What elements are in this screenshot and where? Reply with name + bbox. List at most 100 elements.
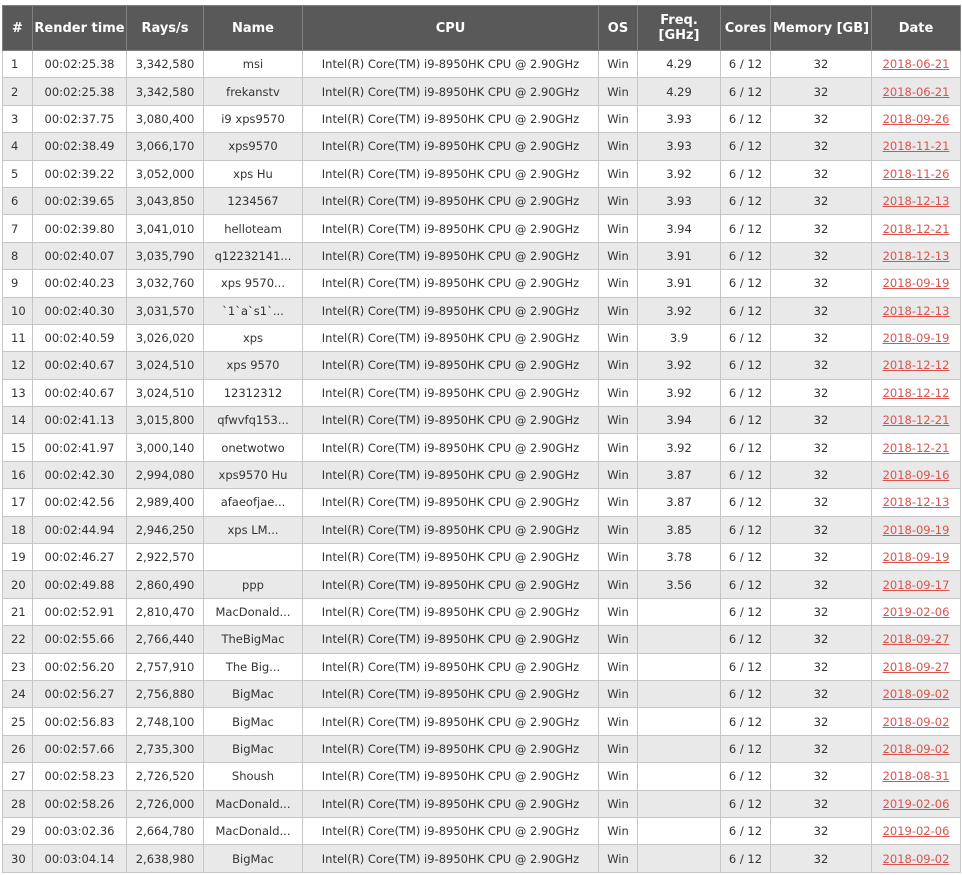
cell-frequency [637, 734, 721, 764]
date-link[interactable]: 2019-02-06 [883, 824, 950, 838]
cell-render-time: 00:03:02.36 [32, 816, 127, 846]
date-link[interactable]: 2018-09-26 [883, 112, 950, 126]
date-link[interactable]: 2018-12-12 [883, 358, 950, 372]
cell-cores: 6 / 12 [720, 433, 771, 462]
header-frequency[interactable]: Freq. [GHz] [637, 5, 721, 51]
header-date[interactable]: Date [871, 5, 961, 51]
cell-cores: 6 / 12 [720, 844, 771, 873]
date-link[interactable]: 2018-09-19 [883, 550, 950, 564]
cell-rays-per-second: 2,810,470 [126, 597, 204, 627]
cell-cpu: Intel(R) Core(TM) i9-8950HK CPU @ 2.90GH… [302, 159, 599, 188]
table-row: 9 00:02:40.23 3,032,760 xps 9570... Intel(R)… [2, 269, 961, 298]
date-link[interactable]: 2018-12-21 [883, 441, 950, 455]
cell-date: 2018-12-13 [871, 296, 961, 325]
cell-date: 2018-11-21 [871, 132, 961, 161]
cell-cpu: Intel(R) Core(TM) i9-8950HK CPU @ 2.90GH… [302, 625, 599, 654]
cell-render-time: 00:02:38.49 [32, 132, 127, 161]
cell-memory: 32 [770, 104, 872, 134]
header-os[interactable]: OS [598, 5, 638, 51]
cell-render-time: 00:02:56.20 [32, 652, 127, 681]
date-link[interactable]: 2018-09-02 [883, 715, 950, 729]
cell-date: 2019-02-06 [871, 789, 961, 818]
cell-rays-per-second: 2,748,100 [126, 707, 204, 736]
date-link[interactable]: 2018-06-21 [883, 57, 950, 71]
table-row: 19 00:02:46.27 2,922,570 Intel(R) Core(TM) … [2, 543, 961, 572]
table-row: 14 00:02:41.13 3,015,800 qfwvfq153... Intel(… [2, 406, 961, 435]
cell-render-time: 00:02:44.94 [32, 515, 127, 545]
header-name[interactable]: Name [203, 5, 303, 51]
cell-date: 2018-12-13 [871, 488, 961, 517]
cell-name: MacDonald... [203, 789, 303, 818]
cell-cores: 6 / 12 [720, 597, 771, 627]
cell-cores: 6 / 12 [720, 625, 771, 654]
header-rank[interactable]: # [2, 5, 33, 51]
cell-rank: 2 [2, 77, 33, 106]
cell-cores: 6 / 12 [720, 762, 771, 791]
cell-name: xps 9570... [203, 269, 303, 298]
cell-render-time: 00:02:40.23 [32, 269, 127, 298]
cell-rank: 1 [2, 49, 33, 79]
cell-os: Win [598, 625, 638, 654]
cell-cpu: Intel(R) Core(TM) i9-8950HK CPU @ 2.90GH… [302, 296, 599, 325]
date-link[interactable]: 2018-12-12 [883, 386, 950, 400]
cell-frequency: 3.93 [637, 104, 721, 134]
cell-name: 1234567 [203, 186, 303, 216]
cell-name: xps 9570 [203, 351, 303, 380]
table-row: 5 00:02:39.22 3,052,000 xps Hu Intel(R) Core… [2, 159, 961, 188]
cell-cores: 6 / 12 [720, 269, 771, 298]
date-link[interactable]: 2018-09-02 [883, 687, 950, 701]
cell-rays-per-second: 3,052,000 [126, 159, 204, 188]
cell-cores: 6 / 12 [720, 789, 771, 818]
cell-rank: 19 [2, 543, 33, 572]
cell-memory: 32 [770, 515, 872, 545]
header-cpu[interactable]: CPU [302, 5, 599, 51]
header-memory[interactable]: Memory [GB] [770, 5, 872, 51]
cell-memory: 32 [770, 625, 872, 654]
date-link[interactable]: 2018-12-13 [883, 495, 950, 509]
date-link[interactable]: 2018-09-16 [883, 468, 950, 482]
cell-memory: 32 [770, 543, 872, 572]
cell-name: MacDonald... [203, 816, 303, 846]
header-rays-per-second[interactable]: Rays/s [126, 5, 204, 51]
cell-date: 2018-09-16 [871, 460, 961, 490]
date-link[interactable]: 2018-09-19 [883, 276, 950, 290]
cell-os: Win [598, 132, 638, 161]
date-link[interactable]: 2018-12-13 [883, 249, 950, 263]
date-link[interactable]: 2018-12-13 [883, 194, 950, 208]
date-link[interactable]: 2018-09-19 [883, 523, 950, 537]
cell-os: Win [598, 323, 638, 353]
date-link[interactable]: 2018-12-21 [883, 413, 950, 427]
date-link[interactable]: 2018-09-02 [883, 742, 950, 756]
date-link[interactable]: 2018-11-21 [883, 139, 950, 153]
date-link[interactable]: 2019-02-06 [883, 605, 950, 619]
table-row: 21 00:02:52.91 2,810,470 MacDonald... Intel(… [2, 597, 961, 627]
cell-render-time: 00:02:55.66 [32, 625, 127, 654]
cell-rays-per-second: 2,922,570 [126, 543, 204, 572]
cell-rank: 5 [2, 159, 33, 188]
date-link[interactable]: 2018-06-21 [883, 85, 950, 99]
table-row: 11 00:02:40.59 3,026,020 xps Intel(R) Core(T… [2, 323, 961, 353]
cell-name: xps9570 [203, 132, 303, 161]
date-link[interactable]: 2018-09-17 [883, 578, 950, 592]
date-link[interactable]: 2018-09-27 [883, 660, 950, 674]
date-link[interactable]: 2018-09-27 [883, 632, 950, 646]
header-render-time[interactable]: Render time [32, 5, 127, 51]
cell-date: 2018-12-21 [871, 406, 961, 435]
date-link[interactable]: 2018-08-31 [883, 769, 950, 783]
cell-rays-per-second: 2,735,300 [126, 734, 204, 764]
cell-cpu: Intel(R) Core(TM) i9-8950HK CPU @ 2.90GH… [302, 734, 599, 764]
cell-memory: 32 [770, 844, 872, 873]
date-link[interactable]: 2018-09-19 [883, 331, 950, 345]
header-cores[interactable]: Cores [720, 5, 771, 51]
date-link[interactable]: 2019-02-06 [883, 797, 950, 811]
date-link[interactable]: 2018-12-21 [883, 222, 950, 236]
cell-os: Win [598, 816, 638, 846]
cell-os: Win [598, 652, 638, 681]
cell-name: TheBigMac [203, 625, 303, 654]
cell-rank: 4 [2, 132, 33, 161]
date-link[interactable]: 2018-12-13 [883, 304, 950, 318]
cell-rays-per-second: 3,041,010 [126, 214, 204, 243]
cell-cores: 6 / 12 [720, 460, 771, 490]
date-link[interactable]: 2018-11-26 [883, 167, 950, 181]
date-link[interactable]: 2018-09-02 [883, 852, 950, 866]
